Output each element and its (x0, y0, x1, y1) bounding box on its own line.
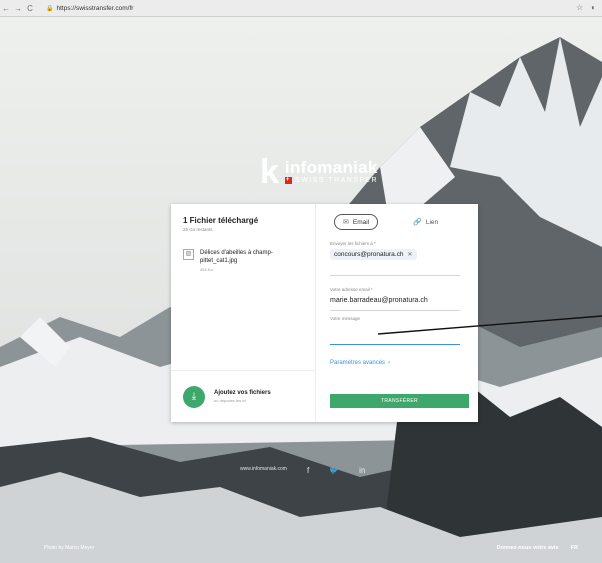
file-name: Délices d'abeilles à champ-pittet_cat1.j… (200, 250, 273, 265)
bookmark-star-icon[interactable]: ☆ (576, 3, 583, 12)
logo-k-mark: k (260, 153, 279, 191)
file-size: 454 Ko (200, 267, 213, 273)
recipients-input-underline[interactable] (330, 275, 460, 276)
transfer-button[interactable]: TRANSFÉRER (330, 394, 469, 408)
back-icon[interactable]: ← (0, 4, 12, 13)
remove-recipient-icon[interactable]: ✕ (407, 251, 412, 258)
add-files-title: Ajoutez vos fichiers (214, 390, 271, 396)
social-links: www.infomaniak.com f 🐦 in (240, 466, 365, 475)
chevron-right-icon: › (388, 360, 391, 366)
forward-icon[interactable]: → (12, 4, 24, 13)
message-label: Votre message (330, 316, 361, 321)
transfer-card: 1 Fichier téléchargé 25 Go restants ▨ Dé… (171, 204, 478, 422)
envelope-icon: ✉ (343, 219, 349, 226)
storage-remaining: 25 Go restants (183, 227, 213, 232)
reload-icon[interactable]: C (24, 4, 36, 13)
add-files-button[interactable]: ⤓ (183, 385, 205, 408)
facebook-icon[interactable]: f (307, 466, 309, 475)
url-text: https://swisstransfer.com/fr (56, 4, 134, 12)
infomaniak-logo: k infomaniak + SWISS TRANSFER (260, 155, 378, 189)
linkedin-icon[interactable]: in (359, 466, 365, 475)
address-bar[interactable]: 🔒 https://swisstransfer.com/fr (46, 5, 133, 12)
tab-email-label: Email (352, 218, 370, 226)
feedback-link[interactable]: Donnez-nous votre avis (497, 545, 559, 551)
tab-link[interactable]: 🔗 Lien (413, 218, 439, 227)
extension-icon[interactable]: ◐ (591, 3, 596, 12)
photo-credit[interactable]: Photo by Marco Meyer (44, 545, 94, 551)
file-item[interactable]: ▨ Délices d'abeilles à champ-pittet_cat1… (183, 249, 295, 272)
logo-subtitle-text: SWISS TRANSFER (294, 177, 379, 185)
transfer-form: ✉ Email 🔗 Lien Envoyer les fichiers à * … (316, 204, 478, 422)
sender-email-underline (330, 310, 460, 311)
uploaded-files-panel: 1 Fichier téléchargé 25 Go restants ▨ Dé… (171, 204, 316, 422)
sender-email-label: Votre adresse email * (330, 287, 373, 292)
transfer-mode-tabs: ✉ Email 🔗 Lien (326, 207, 468, 237)
twitter-icon[interactable]: 🐦 (329, 466, 339, 475)
logo-subtitle: + SWISS TRANSFER (284, 177, 379, 185)
swiss-flag-icon: + (284, 177, 292, 185)
add-files-subtitle: ou déposez-les ici (214, 398, 247, 403)
link-icon: 🔗 (413, 219, 422, 226)
website-link[interactable]: www.infomaniak.com (240, 466, 287, 475)
tab-link-label: Lien (425, 218, 439, 226)
files-count-title: 1 Fichier téléchargé (183, 216, 259, 225)
browser-toolbar: ← → C 🔒 https://swisstransfer.com/fr ☆ ◐ (0, 0, 602, 17)
image-file-icon: ▨ (183, 249, 194, 260)
sender-email-input[interactable]: marie.barradeau@pronatura.ch (330, 297, 428, 304)
advanced-settings-label: Paramètres avancés (330, 360, 386, 366)
language-selector[interactable]: FR (571, 545, 578, 551)
lock-icon: 🔒 (46, 5, 54, 12)
footer-right: Donnez-nous votre avis FR (497, 545, 578, 551)
logo-name: infomaniak (284, 158, 378, 178)
recipients-label: Envoyer les fichiers à * (330, 241, 376, 246)
advanced-settings-link[interactable]: Paramètres avancés › (330, 360, 390, 366)
tab-email[interactable]: ✉ Email (334, 214, 379, 230)
add-files-area[interactable]: ⤓ Ajoutez vos fichiers ou déposez-les ic… (171, 370, 315, 422)
recipient-email: concours@pronatura.ch (334, 251, 404, 258)
message-textarea[interactable] (330, 344, 460, 345)
recipient-chip[interactable]: concours@pronatura.ch ✕ (330, 249, 417, 260)
